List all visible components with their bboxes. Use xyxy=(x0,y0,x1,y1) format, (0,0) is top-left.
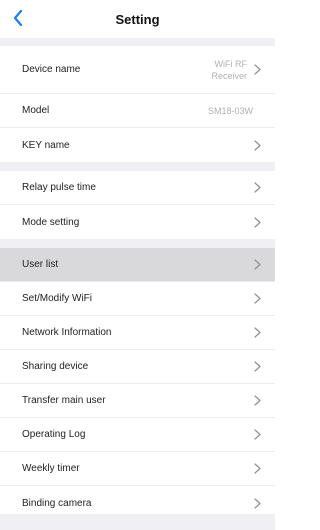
row-label: Network Information xyxy=(22,327,112,338)
row-transfer-main-user[interactable]: Transfer main user xyxy=(0,384,275,418)
chevron-right-icon xyxy=(253,361,261,373)
chevron-right-icon xyxy=(253,259,261,271)
group-divider xyxy=(0,239,275,248)
back-button[interactable] xyxy=(6,8,30,32)
row-key-name[interactable]: KEY name xyxy=(0,128,275,162)
chevron-right-icon xyxy=(253,497,261,509)
group-divider xyxy=(0,38,275,46)
value-line: Receiver xyxy=(211,70,247,81)
row-sharing-device[interactable]: Sharing device xyxy=(0,350,275,384)
group-divider xyxy=(0,162,275,171)
row-label: Sharing device xyxy=(22,361,89,372)
row-relay-pulse-time[interactable]: Relay pulse time xyxy=(0,171,275,205)
row-label: Weekly timer xyxy=(22,463,80,474)
row-value: WiFi RF Receiver xyxy=(211,58,247,82)
row-set-modify-wifi[interactable]: Set/Modify WiFi xyxy=(0,282,275,316)
row-value: SM18-03W xyxy=(207,105,253,116)
chevron-right-icon xyxy=(253,216,261,228)
row-label: Mode setting xyxy=(22,216,80,228)
chevron-right-icon xyxy=(253,293,261,305)
row-label: KEY name xyxy=(22,139,70,151)
chevron-right-icon xyxy=(253,182,261,194)
value-line: WiFi RF xyxy=(214,58,248,69)
row-network-information[interactable]: Network Information xyxy=(0,316,275,350)
row-label: User list xyxy=(22,259,59,270)
chevron-right-icon xyxy=(253,139,261,151)
row-label: Model xyxy=(22,105,50,116)
row-device-name[interactable]: Device name WiFi RF Receiver xyxy=(0,46,275,94)
row-operating-log[interactable]: Operating Log xyxy=(0,418,275,452)
chevron-right-icon xyxy=(253,327,261,339)
row-label: Operating Log xyxy=(22,429,86,440)
chevron-right-icon xyxy=(253,395,261,407)
row-model: Model SM18-03W xyxy=(0,94,275,128)
top-bar: Setting xyxy=(0,0,275,38)
row-label: Relay pulse time xyxy=(22,182,96,193)
bottom-gap xyxy=(0,514,275,530)
row-label: Binding camera xyxy=(22,497,92,509)
row-label: Transfer main user xyxy=(22,395,106,406)
page-title: Setting xyxy=(115,11,160,27)
row-weekly-timer[interactable]: Weekly timer xyxy=(0,452,275,486)
chevron-right-icon xyxy=(253,463,261,475)
chevron-right-icon xyxy=(253,64,261,76)
chevron-right-icon xyxy=(253,429,261,441)
chevron-left-icon xyxy=(13,9,23,31)
row-user-list[interactable]: User list xyxy=(0,248,275,282)
row-label: Device name xyxy=(22,64,81,75)
row-mode-setting[interactable]: Mode setting xyxy=(0,205,275,239)
row-label: Set/Modify WiFi xyxy=(22,293,93,304)
